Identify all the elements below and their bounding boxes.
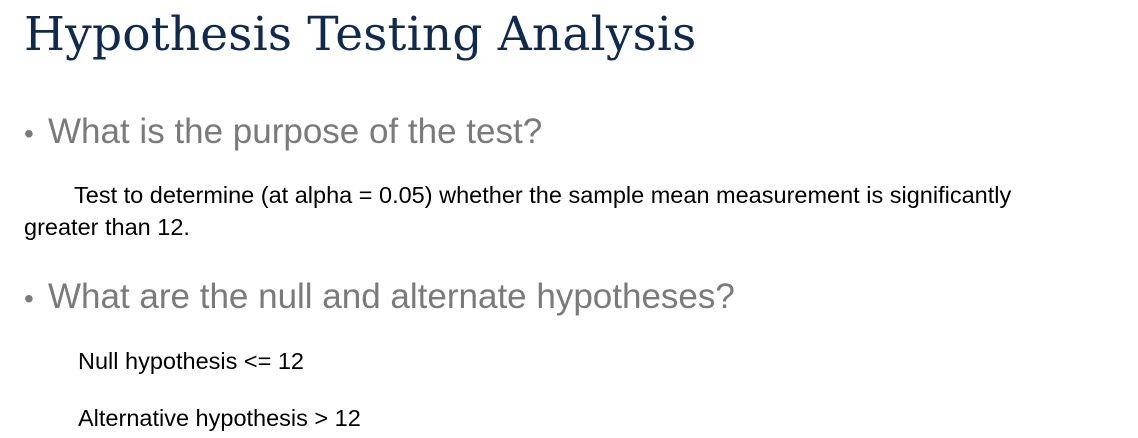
slide: Hypothesis Testing Analysis • What is the… — [0, 0, 1138, 438]
bullet-dot: • — [24, 283, 34, 314]
bullet-hypotheses-text: What are the null and alternate hypothes… — [48, 277, 735, 316]
purpose-answer-line-2: greater than 12. — [24, 214, 190, 240]
bullet-purpose: • What is the purpose of the test? — [24, 112, 542, 154]
alternative-hypothesis-text: Alternative hypothesis > 12 — [78, 405, 361, 431]
slide-title: Hypothesis Testing Analysis — [24, 7, 697, 62]
bullet-hypotheses: • What are the null and alternate hypothe… — [24, 277, 735, 319]
bullet-purpose-text: What is the purpose of the test? — [48, 112, 543, 151]
null-hypothesis-text: Null hypothesis <= 12 — [78, 348, 305, 374]
purpose-answer-line-1: Test to determine (at alpha = 0.05) whet… — [74, 182, 1012, 208]
bullet-dot: • — [24, 118, 34, 149]
